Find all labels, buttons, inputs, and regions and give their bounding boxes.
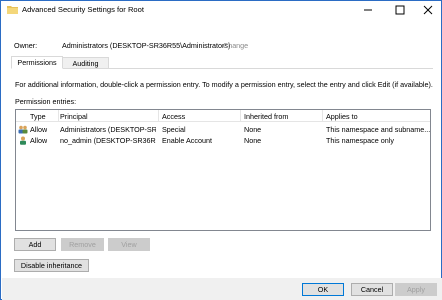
row-access: Enable Account — [162, 136, 212, 145]
user-icon — [18, 136, 28, 145]
row-principal: no_admin (DESKTOP-SR36R55... — [60, 136, 156, 145]
column-header-inherited-from[interactable]: Inherited from — [244, 112, 288, 121]
row-inherited-from: None — [244, 136, 262, 145]
column-divider[interactable] — [58, 110, 59, 122]
advanced-security-dialog: Advanced Security Settings for Root Owne… — [0, 0, 442, 300]
table-row[interactable]: Allow no_admin (DESKTOP-SR36R55... Enabl… — [16, 135, 430, 146]
column-divider[interactable] — [240, 110, 241, 122]
permission-entries-label: Permission entries: — [15, 97, 77, 106]
ok-button[interactable]: OK — [302, 283, 344, 296]
column-header-applies-to[interactable]: Applies to — [326, 112, 358, 121]
title-bar: Advanced Security Settings for Root — [1, 1, 441, 19]
owner-label: Owner: — [14, 41, 38, 50]
permission-entries-table[interactable]: Type Principal Access Inherited from App… — [15, 109, 431, 231]
disable-inheritance-button[interactable]: Disable inheritance — [14, 259, 89, 272]
column-divider[interactable] — [158, 110, 159, 122]
tab-permissions[interactable]: Permissions — [11, 56, 63, 69]
row-applies-to: This namespace only — [326, 136, 394, 145]
column-header-type[interactable]: Type — [30, 112, 46, 121]
add-button[interactable]: Add — [14, 238, 56, 251]
table-header: Type Principal Access Inherited from App… — [16, 110, 430, 122]
row-inherited-from: None — [244, 125, 262, 134]
owner-value: Administrators (DESKTOP-SR36R55\Administ… — [62, 41, 231, 50]
view-button[interactable]: View — [108, 238, 150, 251]
window-title: Advanced Security Settings for Root — [22, 5, 144, 14]
change-owner-link[interactable]: Change — [223, 41, 248, 50]
cancel-button[interactable]: Cancel — [351, 283, 393, 296]
remove-button[interactable]: Remove — [61, 238, 104, 251]
minimize-button[interactable] — [353, 1, 383, 19]
row-principal: Administrators (DESKTOP-SR3... — [60, 125, 156, 134]
apply-button[interactable]: Apply — [395, 283, 437, 296]
row-applies-to: This namespace and subname... — [326, 125, 430, 134]
maximize-button[interactable] — [385, 1, 415, 19]
row-type: Allow — [30, 125, 48, 134]
tab-auditing[interactable]: Auditing — [63, 57, 109, 69]
column-header-access[interactable]: Access — [162, 112, 185, 121]
group-users-icon — [18, 125, 28, 134]
table-row[interactable]: Allow Administrators (DESKTOP-SR3... Spe… — [16, 124, 430, 135]
column-divider[interactable] — [322, 110, 323, 122]
info-text: For additional information, double-click… — [15, 80, 433, 89]
column-header-principal[interactable]: Principal — [60, 112, 88, 121]
row-type: Allow — [30, 136, 48, 145]
row-access: Special — [162, 125, 186, 134]
close-button[interactable] — [413, 1, 442, 19]
folder-icon — [7, 5, 18, 14]
